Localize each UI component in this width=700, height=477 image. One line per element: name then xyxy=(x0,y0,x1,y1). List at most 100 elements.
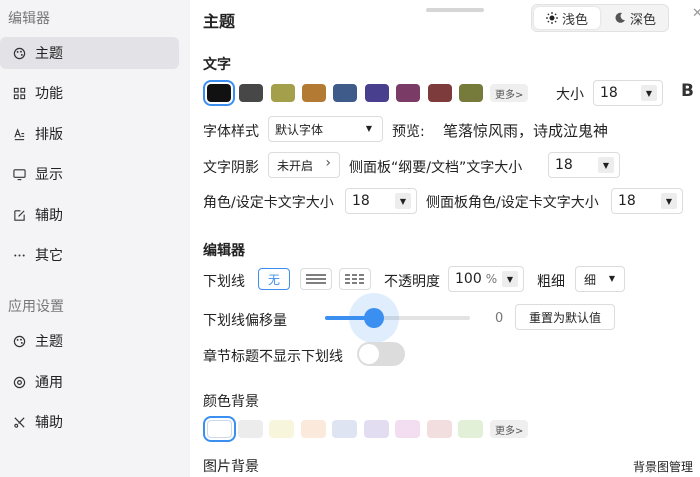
sidebar-item-label: 显示 xyxy=(35,167,63,183)
font-style-value: 默认字体 xyxy=(275,122,324,137)
palette-icon xyxy=(12,334,26,348)
toggle-knob xyxy=(359,344,379,364)
text-color-swatch[interactable] xyxy=(203,80,235,106)
chapter-underline-label: 章节标题不显示下划线 xyxy=(203,349,343,365)
thickness-value: 细 xyxy=(584,272,597,287)
opacity-label: 不透明度 xyxy=(384,274,440,290)
theme-light-button[interactable]: 浅色 xyxy=(534,7,600,29)
page-title: 主题 xyxy=(203,12,236,31)
sidebar-item-app-assist[interactable]: 辅助 xyxy=(0,406,179,438)
bg-color-swatch[interactable] xyxy=(332,420,357,438)
sidebar-item-theme[interactable]: 主题 xyxy=(0,37,179,69)
sidebar-item-assist[interactable]: 辅助 xyxy=(0,199,179,231)
underline-offset-value: 0 xyxy=(495,311,504,326)
bg-color-swatch[interactable] xyxy=(269,420,294,438)
preview-label: 预览: xyxy=(392,124,425,140)
monitor-icon xyxy=(12,167,26,181)
theme-mode-toggle: 浅色 深色 xyxy=(531,4,669,32)
settings-panel: 主题 浅色 深色 ✕ 文字 更多> 大小 18 ▼ B 字体样式 默认字体 ▼ … xyxy=(190,0,700,477)
bold-button[interactable]: B xyxy=(681,81,694,101)
chevron-down-icon: ▼ xyxy=(502,271,518,287)
text-color-swatch[interactable] xyxy=(239,84,263,102)
text-format-icon xyxy=(12,127,26,141)
sidebar-item-label: 主题 xyxy=(35,46,63,62)
side-role-size-select[interactable]: 18 ▼ xyxy=(611,188,683,214)
bg-color-swatch[interactable] xyxy=(364,420,389,438)
theme-dark-button[interactable]: 深色 xyxy=(602,7,668,29)
sun-icon xyxy=(545,12,558,24)
text-shadow-label: 文字阴影 xyxy=(203,160,259,176)
opacity-value: 100 xyxy=(455,271,482,287)
sidebar-item-display[interactable]: 显示 xyxy=(0,158,179,190)
theme-dark-label: 深色 xyxy=(629,12,656,28)
size-label: 大小 xyxy=(556,87,584,103)
text-color-swatch[interactable] xyxy=(271,84,295,102)
palette-icon xyxy=(12,46,26,60)
sidebar-item-label: 排版 xyxy=(35,127,63,143)
sidebar-item-other[interactable]: 其它 xyxy=(0,239,179,271)
close-icon[interactable]: ✕ xyxy=(692,6,700,21)
text-color-swatch[interactable] xyxy=(302,84,326,102)
sidebar-item-app-theme[interactable]: 主题 xyxy=(0,325,179,357)
sidebar-item-label: 通用 xyxy=(35,375,63,391)
side-panel-size-select[interactable]: 18 ▼ xyxy=(548,152,620,178)
text-color-swatch[interactable] xyxy=(365,84,389,102)
sidebar-item-layout[interactable]: 排版 xyxy=(0,118,179,150)
size-value: 18 xyxy=(600,85,618,101)
text-color-swatch[interactable] xyxy=(396,84,420,102)
reset-default-button[interactable]: 重置为默认值 xyxy=(515,304,615,330)
font-style-label: 字体样式 xyxy=(203,124,259,140)
side-role-size-value: 18 xyxy=(618,193,636,209)
bg-image-manage-link[interactable]: 背景图管理 xyxy=(633,458,693,475)
text-color-swatch[interactable] xyxy=(459,84,483,102)
image-background-label: 图片背景 xyxy=(203,459,259,475)
font-style-select[interactable]: 默认字体 ▼ xyxy=(268,116,383,142)
chapter-underline-toggle[interactable] xyxy=(357,342,405,366)
opacity-select[interactable]: 100 % ▼ xyxy=(448,266,524,292)
bg-color-swatch[interactable] xyxy=(238,420,263,438)
role-card-size-value: 18 xyxy=(352,193,370,209)
edit-icon xyxy=(12,208,26,222)
text-shadow-button[interactable]: 未开启 › xyxy=(268,152,340,178)
underline-offset-label: 下划线偏移量 xyxy=(203,313,287,329)
more-bg-colors-button[interactable]: 更多> xyxy=(490,420,529,438)
color-background-label: 颜色背景 xyxy=(203,394,259,410)
sidebar-item-label: 其它 xyxy=(35,248,63,264)
sidebar-item-general[interactable]: 通用 xyxy=(0,366,179,398)
underline-solid-option[interactable] xyxy=(300,268,332,290)
sidebar-section-editor: 编辑器 xyxy=(8,11,50,27)
editor-section-title: 编辑器 xyxy=(203,243,245,259)
theme-light-label: 浅色 xyxy=(561,12,588,28)
thickness-select[interactable]: 细 ▼ xyxy=(575,266,625,292)
sidebar-item-label: 辅助 xyxy=(35,415,63,431)
text-color-swatch[interactable] xyxy=(333,84,357,102)
side-panel-size-label: 侧面板“纲要/文档”文字大小 xyxy=(349,160,523,176)
bg-color-swatch[interactable] xyxy=(458,420,483,438)
sidebar-item-label: 辅助 xyxy=(35,208,63,224)
text-color-swatch[interactable] xyxy=(428,84,452,102)
role-card-size-select[interactable]: 18 ▼ xyxy=(345,188,417,214)
bg-color-swatch[interactable] xyxy=(427,420,452,438)
caret-down-icon: ▼ xyxy=(365,124,372,133)
more-text-colors-button[interactable]: 更多> xyxy=(490,84,529,102)
side-role-size-label: 侧面板角色/设定卡文字大小 xyxy=(426,195,599,211)
sidebar-item-features[interactable]: 功能 xyxy=(0,77,179,109)
chevron-down-icon: ▼ xyxy=(661,193,677,209)
sidebar: 编辑器 主题 功能 排版 显示 辅助 其它 应用设置 主题 通用 辅助 xyxy=(0,0,190,477)
underline-label: 下划线 xyxy=(203,274,245,290)
size-select[interactable]: 18 ▼ xyxy=(593,80,663,106)
tools-icon xyxy=(12,415,26,429)
caret-down-icon: ▼ xyxy=(608,274,615,283)
dashed-lines-icon xyxy=(345,274,365,284)
drag-handle[interactable] xyxy=(426,8,484,12)
chevron-down-icon: ▼ xyxy=(395,193,411,209)
bg-color-swatch[interactable] xyxy=(395,420,420,438)
preview-text: 笔落惊风雨，诗成泣鬼神 xyxy=(443,122,609,140)
underline-none-option[interactable]: 无 xyxy=(258,268,290,290)
underline-none-label: 无 xyxy=(267,272,280,287)
underline-dashed-option[interactable] xyxy=(339,268,371,290)
role-card-size-label: 角色/设定卡文字大小 xyxy=(203,195,334,211)
bg-color-swatch[interactable] xyxy=(301,420,326,438)
bg-color-swatch[interactable] xyxy=(203,416,236,442)
sidebar-item-label: 功能 xyxy=(35,86,63,102)
